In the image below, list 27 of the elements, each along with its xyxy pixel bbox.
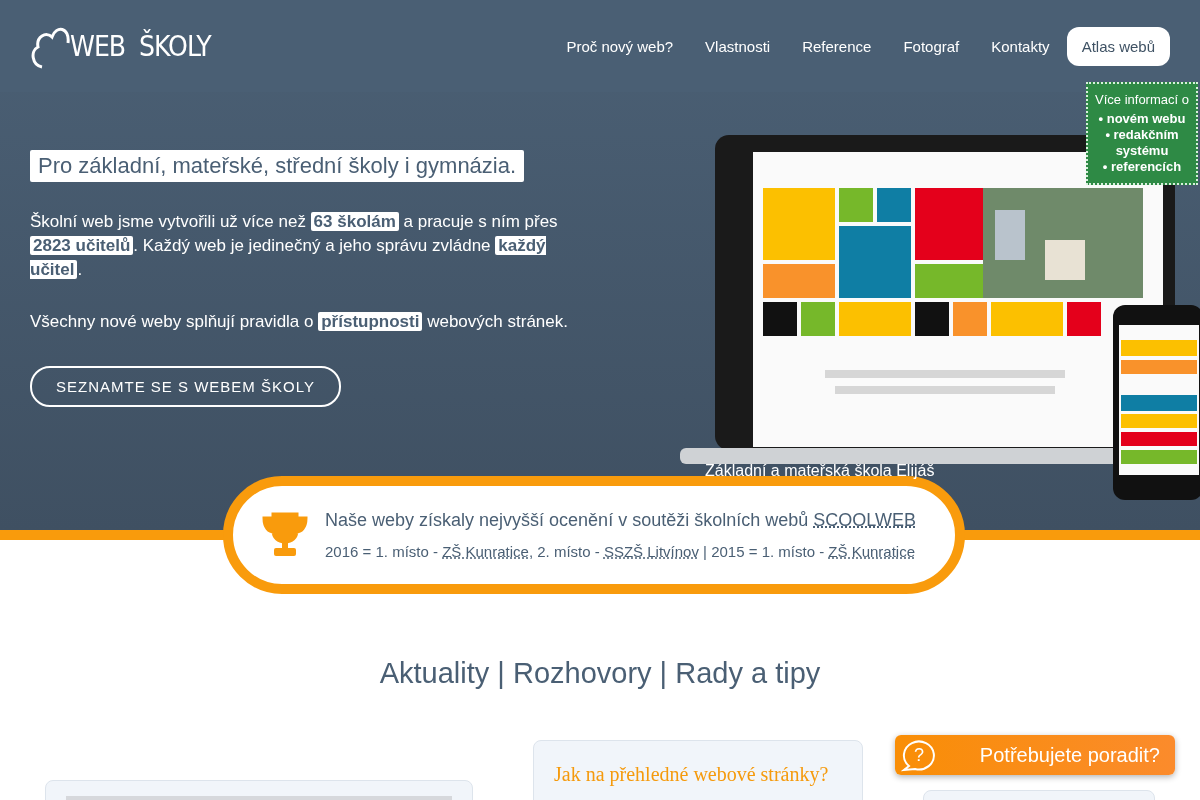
nav-link[interactable]: Fotograf <box>888 26 975 66</box>
hero-paragraph: Školní web jsme vytvořili už více než 63 školám a pracuje s ním přes 2823 učitelů. Každý web je jedinečný a jeho správu zvládne každý učitel. <box>30 211 559 281</box>
school-link[interactable]: SSZŠ Litvínov <box>603 543 699 560</box>
nav-link[interactable]: Kontakty <box>976 26 1065 66</box>
trophy-icon <box>261 512 309 558</box>
info-link[interactable]: • novém webu <box>1090 111 1194 127</box>
info-box[interactable]: Více informací o • novém webu • redakčním systému • referencích <box>1086 82 1198 185</box>
question-bubble-icon: ? <box>901 738 937 772</box>
nav-link[interactable]: Vlastnosti <box>690 26 786 66</box>
info-link[interactable]: • referencích <box>1090 159 1194 175</box>
hero-paragraph: Všechny nové weby splňují pravidla o přístupnosti webových stránek. <box>30 311 569 333</box>
logo[interactable]: WEB ŠKOLY <box>30 23 211 69</box>
section-title: Aktuality | Rozhovory | Rady a tipy <box>378 657 822 690</box>
picture-caption: Základní a mateřská škola Elijáš <box>705 462 935 480</box>
tagline: Pro základní, mateřské, střední školy i gymnázia. <box>30 150 525 182</box>
info-link[interactable]: • redakčním systému <box>1090 127 1194 159</box>
logo-text: WEB ŠKOLY <box>70 29 211 63</box>
nav-link[interactable]: Reference <box>787 26 887 66</box>
nav-link[interactable]: Atlas webů <box>1066 26 1170 66</box>
info-title: Více informací o <box>1094 92 1190 107</box>
award-results: 2016 = 1. místo - ZŠ Kunratice, 2. místo - SSZŠ Litvínov | 2015 = 1. místo - ZŠ Kunratice <box>325 543 916 560</box>
cta-button[interactable]: SEZNAMTE SE S WEBEM ŠKOLY <box>30 366 341 407</box>
school-link[interactable]: ZŠ Kunratice <box>828 543 916 560</box>
school-link[interactable]: ZŠ Kunratice <box>442 543 529 560</box>
award-headline: Naše weby získaly nejvyšší ocenění v soutěži školních webů SCOOLWEB <box>325 510 916 531</box>
nav-link[interactable]: Proč nový web? <box>551 26 689 66</box>
scoolweb-link[interactable]: SCOOLWEB <box>813 510 916 530</box>
